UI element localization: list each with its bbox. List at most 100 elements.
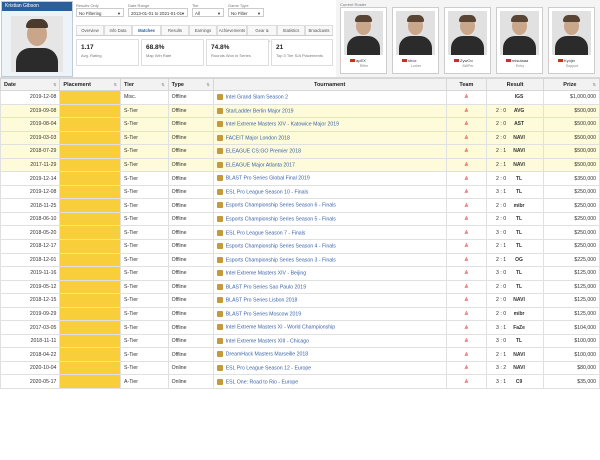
col-prize[interactable]: Prize ⇅ bbox=[543, 78, 600, 91]
cell-team[interactable]: ⩓ bbox=[445, 171, 488, 186]
filter-results[interactable]: Results Only No Filtering ▼ bbox=[76, 3, 124, 17]
tournament-link[interactable]: Intel Extreme Masters XIV - Katowice Maj… bbox=[226, 122, 339, 128]
filter-game-type[interactable]: Game Type No Filter ▼ bbox=[228, 3, 264, 17]
cell-team[interactable]: ⩓ bbox=[445, 103, 488, 119]
team-logo-icon[interactable]: ⩓ bbox=[464, 107, 468, 114]
tournament-link[interactable]: ESL Pro League Season 12 - Europe bbox=[226, 365, 311, 371]
opponent-logo-icon[interactable]: TL bbox=[512, 243, 526, 249]
cell-team[interactable]: ⩓ bbox=[445, 239, 488, 254]
team-logo-icon[interactable]: ⩓ bbox=[464, 364, 468, 371]
opponent-logo-icon[interactable]: AST bbox=[512, 121, 526, 127]
roster-player[interactable]: Kyojin Support bbox=[548, 7, 595, 74]
opponent-logo-icon[interactable]: TL bbox=[512, 230, 526, 236]
team-logo-icon[interactable]: ⩓ bbox=[464, 229, 468, 236]
tournament-link[interactable]: ESL Pro League Season 10 - Finals bbox=[226, 189, 309, 195]
roster-player[interactable]: ZywOo AWPer bbox=[444, 7, 491, 74]
cell-tournament[interactable]: Esports Championship Series Season 3 - F… bbox=[212, 252, 447, 268]
filter-select[interactable]: No Filter ▼ bbox=[228, 8, 264, 17]
cell-tournament[interactable]: BLAST Pro Series Moscow 2019 bbox=[212, 306, 447, 322]
cell-tournament[interactable]: ESL One: Road to Rio - Europe bbox=[212, 374, 447, 390]
cell-tournament[interactable]: BLAST Pro Series Global Final 2019 bbox=[212, 171, 447, 186]
cell-team[interactable]: ⩓ bbox=[445, 225, 488, 240]
opponent-logo-icon[interactable]: TL bbox=[512, 176, 526, 182]
cell-team[interactable]: ⩓ bbox=[445, 279, 488, 295]
col-result[interactable]: Result bbox=[486, 78, 545, 91]
opponent-logo-icon[interactable]: TL bbox=[512, 338, 526, 344]
tournament-link[interactable]: BLAST Pro Series Global Final 2019 bbox=[226, 176, 310, 182]
col-date[interactable]: Date ⇅ bbox=[0, 78, 61, 91]
tab-info[interactable]: Info Data bbox=[104, 25, 132, 35]
cell-team[interactable]: ⩓ bbox=[445, 306, 488, 322]
cell-tournament[interactable]: ELEAGUE Major Atlanta 2017 bbox=[212, 157, 447, 173]
tournament-link[interactable]: Intel Extreme Masters XIV - Beijing bbox=[226, 271, 306, 277]
opponent-logo-icon[interactable]: FaZe bbox=[512, 325, 526, 331]
cell-team[interactable]: ⩓ bbox=[445, 320, 488, 335]
cell-tournament[interactable]: Intel Extreme Masters XIII - Chicago bbox=[212, 333, 447, 349]
filter-select[interactable]: 2013-01-01 to 2021-01-01 ▼ bbox=[128, 8, 188, 17]
filter-date-range[interactable]: Date Range 2013-01-01 to 2021-01-01 ▼ bbox=[128, 3, 188, 17]
cell-tournament[interactable]: FACEIT Major London 2018 bbox=[212, 130, 447, 146]
cell-team[interactable]: ⩓ bbox=[445, 333, 488, 349]
opponent-logo-icon[interactable]: IGS bbox=[512, 94, 526, 100]
cell-team[interactable]: ⩓ bbox=[445, 198, 488, 213]
tab-results[interactable]: Results bbox=[161, 25, 189, 35]
tournament-link[interactable]: BLAST Pro Series Sao Paulo 2019 bbox=[226, 284, 306, 290]
col-tournament[interactable]: Tournament bbox=[212, 78, 447, 91]
cell-tournament[interactable]: StarLadder Berlin Major 2019 bbox=[212, 103, 447, 119]
tournament-link[interactable]: Esports Championship Series Season 4 - F… bbox=[226, 243, 336, 249]
team-logo-icon[interactable]: ⩓ bbox=[464, 283, 468, 290]
team-logo-icon[interactable]: ⩓ bbox=[464, 324, 468, 331]
opponent-logo-icon[interactable]: NAVI bbox=[512, 162, 526, 168]
cell-tournament[interactable]: Esports Championship Series Season 4 - F… bbox=[212, 239, 447, 254]
team-logo-icon[interactable]: ⩓ bbox=[464, 378, 468, 385]
opponent-logo-icon[interactable]: OG bbox=[512, 257, 526, 263]
tournament-link[interactable]: ELEAGUE CS:GO Premier 2018 bbox=[226, 149, 301, 155]
cell-team[interactable]: ⩓ bbox=[445, 157, 488, 173]
opponent-logo-icon[interactable]: TL bbox=[512, 189, 526, 195]
cell-team[interactable]: ⩓ bbox=[445, 90, 488, 105]
opponent-logo-icon[interactable]: AVG bbox=[512, 108, 526, 114]
opponent-logo-icon[interactable]: TL bbox=[512, 216, 526, 222]
cell-tournament[interactable]: DreamHack Masters Marseille 2018 bbox=[212, 347, 447, 362]
team-logo-icon[interactable]: ⩓ bbox=[464, 242, 468, 249]
opponent-logo-icon[interactable]: mibr bbox=[512, 311, 526, 317]
cell-team[interactable]: ⩓ bbox=[445, 266, 488, 281]
cell-tournament[interactable]: ESL Pro League Season 7 - Finals bbox=[212, 225, 447, 240]
team-logo-icon[interactable]: ⩓ bbox=[464, 337, 468, 344]
cell-team[interactable]: ⩓ bbox=[445, 374, 488, 390]
tournament-link[interactable]: ESL Pro League Season 7 - Finals bbox=[226, 230, 306, 236]
cell-team[interactable]: ⩓ bbox=[445, 293, 488, 308]
team-logo-icon[interactable]: ⩓ bbox=[464, 147, 468, 154]
cell-team[interactable]: ⩓ bbox=[445, 144, 488, 159]
team-logo-icon[interactable]: ⩓ bbox=[464, 161, 468, 168]
tournament-link[interactable]: StarLadder Berlin Major 2019 bbox=[226, 108, 294, 114]
opponent-logo-icon[interactable]: TL bbox=[512, 284, 526, 290]
team-logo-icon[interactable]: ⩓ bbox=[464, 296, 468, 303]
roster-player[interactable]: misutaaa Entry bbox=[496, 7, 543, 74]
cell-tournament[interactable]: Intel Extreme Masters XIV - Beijing bbox=[212, 266, 447, 281]
cell-team[interactable]: ⩓ bbox=[445, 360, 488, 376]
tournament-link[interactable]: Esports Championship Series Season 5 - F… bbox=[226, 216, 336, 222]
team-logo-icon[interactable]: ⩓ bbox=[464, 202, 468, 209]
team-logo-icon[interactable]: ⩓ bbox=[464, 120, 468, 127]
opponent-logo-icon[interactable]: NAVI bbox=[512, 352, 526, 358]
tournament-link[interactable]: ESL One: Road to Rio - Europe bbox=[226, 379, 298, 385]
opponent-logo-icon[interactable]: NAVI bbox=[512, 148, 526, 154]
tournament-link[interactable]: Intel Extreme Masters XIII - Chicago bbox=[226, 338, 309, 344]
team-logo-icon[interactable]: ⩓ bbox=[464, 134, 468, 141]
filter-select[interactable]: All ▼ bbox=[192, 8, 224, 17]
cell-team[interactable]: ⩓ bbox=[445, 130, 488, 146]
opponent-logo-icon[interactable]: mibr bbox=[512, 203, 526, 209]
opponent-logo-icon[interactable]: NAVI bbox=[512, 365, 526, 371]
tournament-link[interactable]: BLAST Pro Series Lisbon 2018 bbox=[226, 298, 298, 304]
cell-tournament[interactable]: Intel Grand Slam Season 2 bbox=[212, 90, 447, 105]
tab-earnings[interactable]: Earnings bbox=[189, 25, 217, 35]
tab-matches[interactable]: Matches bbox=[132, 25, 161, 35]
cell-tournament[interactable]: Intel Extreme Masters XIV - Katowice Maj… bbox=[212, 117, 447, 132]
team-logo-icon[interactable]: ⩓ bbox=[464, 93, 468, 100]
tournament-link[interactable]: Intel Extreme Masters XI - World Champio… bbox=[226, 325, 335, 331]
tournament-link[interactable]: BLAST Pro Series Moscow 2019 bbox=[226, 311, 301, 317]
cell-tournament[interactable]: BLAST Pro Series Sao Paulo 2019 bbox=[212, 279, 447, 295]
cell-tournament[interactable]: ESL Pro League Season 10 - Finals bbox=[212, 184, 447, 200]
col-type[interactable]: Type ⇅ bbox=[167, 78, 214, 91]
